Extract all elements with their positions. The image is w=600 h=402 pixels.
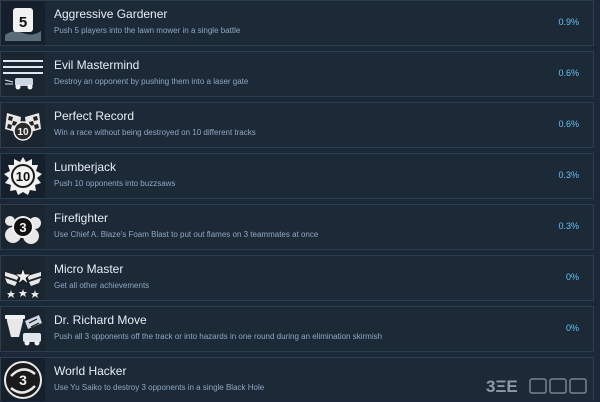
black-hole-3-icon: 3 <box>1 358 45 401</box>
svg-text:10: 10 <box>16 169 30 184</box>
achievement-title: Firefighter <box>54 211 109 225</box>
checkered-flags-10-icon: 10 <box>1 103 45 147</box>
achievement-row-micro-master[interactable]: Micro Master Get all other achievements … <box>0 255 594 301</box>
achievement-title: Lumberjack <box>54 160 117 174</box>
achievement-percent: 0.9% <box>558 17 579 27</box>
achievement-description: Use Yu Saiko to destroy 3 opponents in a… <box>54 383 265 392</box>
achievement-row-aggressive-gardener[interactable]: 5 Aggressive Gardener Push 5 players int… <box>0 0 594 46</box>
achievement-description: Win a race without being destroyed on 10… <box>54 128 256 137</box>
achievement-row-firefighter[interactable]: 3 Firefighter Use Chief A. Blaze's Foam … <box>0 204 594 250</box>
achievement-title: Evil Mastermind <box>54 58 140 72</box>
achievement-percent: 0.6% <box>558 68 579 78</box>
svg-text:3: 3 <box>19 220 26 235</box>
svg-text:10: 10 <box>17 127 29 138</box>
achievement-row-dr-richard-move[interactable]: Dr. Richard Move Push all 3 opponents of… <box>0 306 594 352</box>
achievement-description: Push 5 players into the lawn mower in a … <box>54 26 241 35</box>
achievement-list: 5 Aggressive Gardener Push 5 players int… <box>0 0 600 401</box>
achievement-title: World Hacker <box>54 364 127 378</box>
achievement-percent: 0% <box>565 272 579 282</box>
achievement-percent: 0.3% <box>558 221 579 231</box>
foam-3-icon: 3 <box>1 205 45 249</box>
achievement-description: Use Chief A. Blaze's Foam Blast to put o… <box>54 230 319 239</box>
achievement-row-evil-mastermind[interactable]: Evil Mastermind Destroy an opponent by p… <box>0 51 594 97</box>
achievement-description: Destroy an opponent by pushing them into… <box>54 77 249 86</box>
achievement-description: Get all other achievements <box>54 281 150 290</box>
achievement-row-perfect-record[interactable]: 10 Perfect Record Win a race without bei… <box>0 102 594 148</box>
buzzsaw-10-icon: 10 <box>1 154 45 198</box>
svg-text:5: 5 <box>19 14 27 31</box>
achievement-percent: 0.3% <box>558 170 579 180</box>
number-5-icon: 5 <box>1 1 45 45</box>
achievement-title: Perfect Record <box>54 109 135 123</box>
achievement-title: Aggressive Gardener <box>54 7 168 21</box>
achievement-title: Micro Master <box>54 262 124 276</box>
achievement-percent: 0% <box>565 323 579 333</box>
3dm-watermark-logo-icon: 3ΞE <box>486 375 594 397</box>
achievement-percent: 0.6% <box>558 119 579 129</box>
achievement-title: Dr. Richard Move <box>54 313 147 327</box>
laser-gate-icon <box>1 52 45 96</box>
car-hazard-icon <box>1 307 45 351</box>
svg-text:3ΞE: 3ΞE <box>486 377 518 396</box>
achievement-row-lumberjack[interactable]: 10 Lumberjack Push 10 opponents into buz… <box>0 153 594 199</box>
svg-text:3: 3 <box>19 372 27 388</box>
winged-stars-icon <box>1 256 45 300</box>
achievement-description: Push 10 opponents into buzzsaws <box>54 179 176 188</box>
achievement-description: Push all 3 opponents off the track or in… <box>54 332 383 341</box>
